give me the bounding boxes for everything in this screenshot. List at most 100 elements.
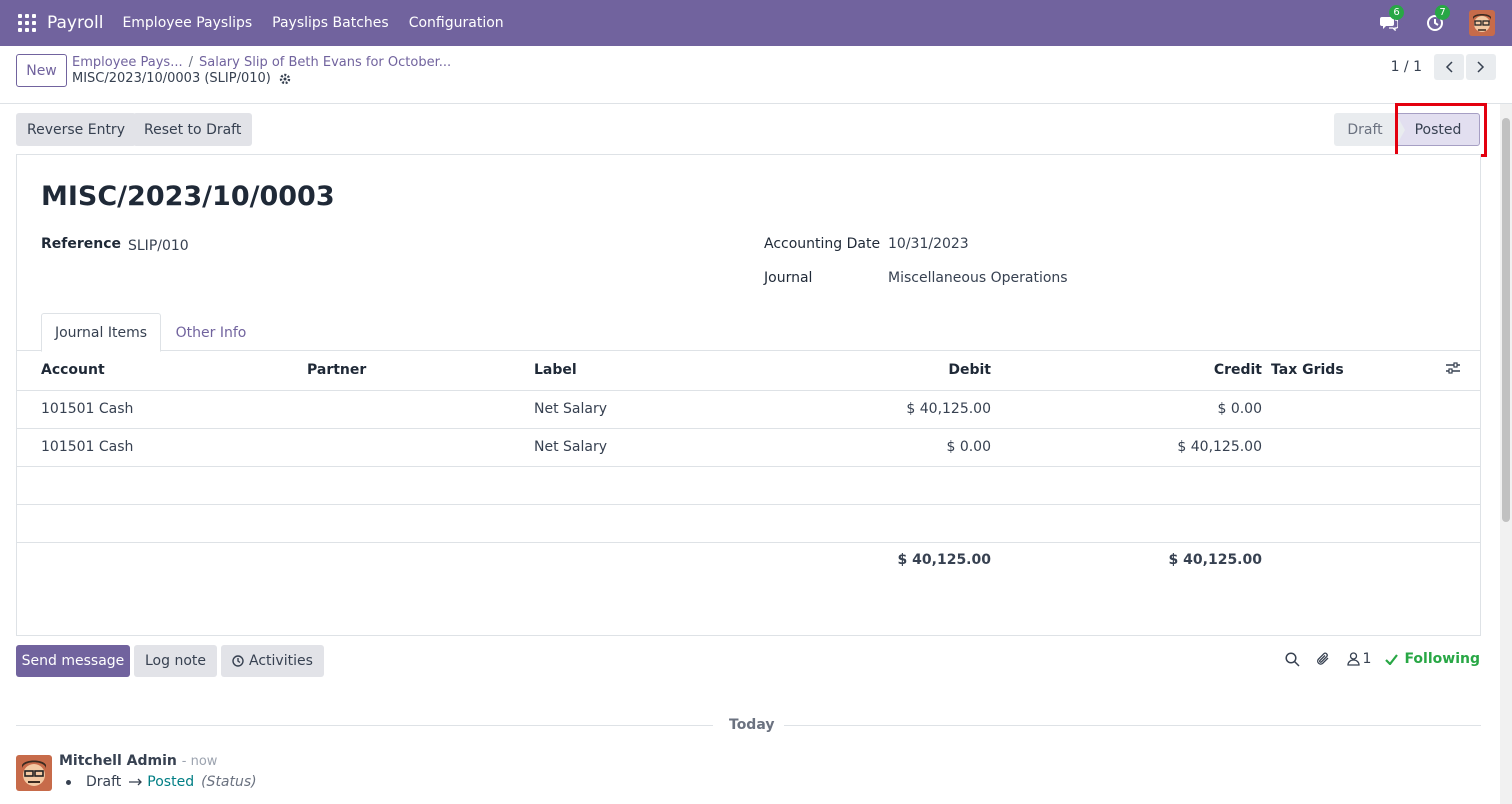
cell-account: 101501 Cash (17, 390, 307, 429)
user-icon (1346, 652, 1360, 666)
following-label: Following (1404, 651, 1480, 667)
check-icon (1385, 653, 1399, 665)
table-row[interactable]: 101501 Cash Net Salary $ 40,125.00 $ 0.0… (17, 390, 1480, 429)
activities-label: Activities (249, 653, 313, 669)
journal-label: Journal (764, 270, 813, 286)
activities-menu[interactable]: 7 (1423, 5, 1450, 35)
following-button[interactable]: Following (1385, 651, 1480, 667)
message-author: Mitchell Admin - now (59, 753, 217, 769)
new-button[interactable]: New (16, 54, 67, 87)
search-icon[interactable] (1284, 651, 1300, 667)
breadcrumb-employee-payslips[interactable]: Employee Pays... (72, 55, 183, 70)
cell-tax-grids (1262, 390, 1446, 429)
highlight-annotation (1395, 103, 1487, 157)
sliders-icon (1446, 362, 1460, 374)
cell-label: Net Salary (534, 428, 764, 467)
tracking-field-name: (Status) (201, 774, 257, 790)
activities-button[interactable]: Activities (221, 645, 324, 677)
form-sheet: MISC/2023/10/0003 Reference SLIP/010 Acc… (16, 154, 1481, 636)
log-note-button[interactable]: Log note (134, 645, 217, 677)
followers-button[interactable]: 1 (1346, 651, 1372, 667)
breadcrumb-current: MISC/2023/10/0003 (SLIP/010) (72, 71, 291, 86)
date-divider-label: Today (729, 717, 775, 733)
date-divider-left (16, 725, 713, 726)
cell-credit: $ 0.00 (991, 390, 1262, 429)
control-panel: New Employee Pays... / Salary Slip of Beth… (0, 46, 1512, 104)
apps-grid-icon[interactable] (18, 14, 36, 32)
bullet (66, 779, 71, 785)
journal-items-table: Account Partner Label Debit Credit Tax G… (17, 351, 1480, 578)
cell-partner (307, 428, 534, 467)
column-tax-grids[interactable]: Tax Grids (1262, 351, 1446, 391)
user-avatar[interactable] (1469, 10, 1495, 36)
column-debit[interactable]: Debit (764, 351, 991, 391)
journal-value[interactable]: Miscellaneous Operations (888, 270, 1068, 286)
top-navbar: Payroll Employee Payslips Payslips Batch… (0, 0, 1512, 46)
app-name[interactable]: Payroll (47, 13, 103, 33)
messages-count-badge: 6 (1389, 5, 1404, 20)
chevron-left-icon (1445, 61, 1453, 73)
status-draft[interactable]: Draft (1334, 113, 1396, 146)
cell-label: Net Salary (534, 390, 764, 429)
reference-value[interactable]: SLIP/010 (128, 238, 189, 254)
menu-payslips-batches[interactable]: Payslips Batches (262, 15, 399, 31)
breadcrumb-salary-slip[interactable]: Salary Slip of Beth Evans for October... (199, 55, 451, 70)
chevron-right-icon (1477, 61, 1485, 73)
message-author-avatar[interactable] (16, 755, 52, 791)
total-debit: $ 40,125.00 (897, 552, 991, 569)
cell-debit: $ 40,125.00 (764, 390, 991, 429)
cell-tax-grids (1262, 428, 1446, 467)
column-credit[interactable]: Credit (991, 351, 1262, 391)
message-author-name[interactable]: Mitchell Admin (59, 753, 177, 769)
paperclip-icon[interactable] (1316, 651, 1331, 667)
messaging-menu[interactable]: 6 (1377, 5, 1404, 35)
cell-partner (307, 390, 534, 429)
activities-count-badge: 7 (1435, 5, 1450, 20)
cell-empty (1446, 390, 1480, 429)
chatter-topbar-right: 1 Following (1269, 651, 1480, 667)
scrollbar-thumb[interactable] (1502, 118, 1510, 522)
menu-configuration[interactable]: Configuration (399, 15, 514, 31)
pager-previous-button[interactable] (1434, 54, 1464, 80)
page-scrollbar[interactable] (1500, 104, 1512, 804)
optional-columns-toggle[interactable] (1446, 351, 1480, 391)
cell-empty (1446, 428, 1480, 467)
reset-to-draft-button[interactable]: Reset to Draft (133, 113, 253, 146)
totals-row: $ 40,125.00 $ 40,125.00 (17, 542, 1480, 578)
cell-account: 101501 Cash (17, 428, 307, 467)
empty-row (17, 466, 1480, 505)
reference-label: Reference (41, 236, 122, 252)
followers-count: 1 (1362, 651, 1372, 667)
arrow-right-icon (129, 778, 143, 786)
tab-other-info[interactable]: Other Info (169, 313, 253, 352)
clock-icon (232, 655, 244, 667)
total-credit: $ 40,125.00 (1168, 552, 1262, 569)
reverse-entry-button[interactable]: Reverse Entry (16, 113, 136, 146)
gear-icon[interactable] (279, 73, 291, 85)
accounting-date-label: Accounting Date (764, 236, 881, 252)
tracking-old-value: Draft (86, 774, 122, 790)
table-row[interactable]: 101501 Cash Net Salary $ 0.00 $ 40,125.0… (17, 428, 1480, 467)
accounting-date-value[interactable]: 10/31/2023 (888, 236, 969, 252)
tab-journal-items[interactable]: Journal Items (41, 313, 161, 352)
column-label[interactable]: Label (534, 351, 764, 391)
date-divider-right (784, 725, 1481, 726)
breadcrumb-separator: / (188, 55, 193, 70)
notebook-tabs: Journal Items Other Info (17, 311, 1480, 352)
cell-credit: $ 40,125.00 (991, 428, 1262, 467)
menu-employee-payslips[interactable]: Employee Payslips (112, 15, 262, 31)
empty-row (17, 504, 1480, 543)
record-title: MISC/2023/10/0003 (41, 181, 335, 212)
tracking-new-value: Posted (147, 774, 195, 790)
message-tracking: Draft Posted (Status) (66, 774, 257, 790)
breadcrumb-current-label: MISC/2023/10/0003 (SLIP/010) (72, 71, 271, 86)
column-account[interactable]: Account (17, 351, 307, 391)
message-time: - now (181, 754, 218, 769)
pager-next-button[interactable] (1466, 54, 1496, 80)
send-message-button[interactable]: Send message (16, 645, 130, 677)
breadcrumb: Employee Pays... / Salary Slip of Beth Eva… (72, 55, 451, 70)
table-header-row: Account Partner Label Debit Credit Tax G… (17, 351, 1480, 391)
pager-value[interactable]: 1 / 1 (1391, 59, 1422, 75)
column-partner[interactable]: Partner (307, 351, 534, 391)
main-menu: Employee Payslips Payslips Batches Confi… (112, 15, 513, 31)
